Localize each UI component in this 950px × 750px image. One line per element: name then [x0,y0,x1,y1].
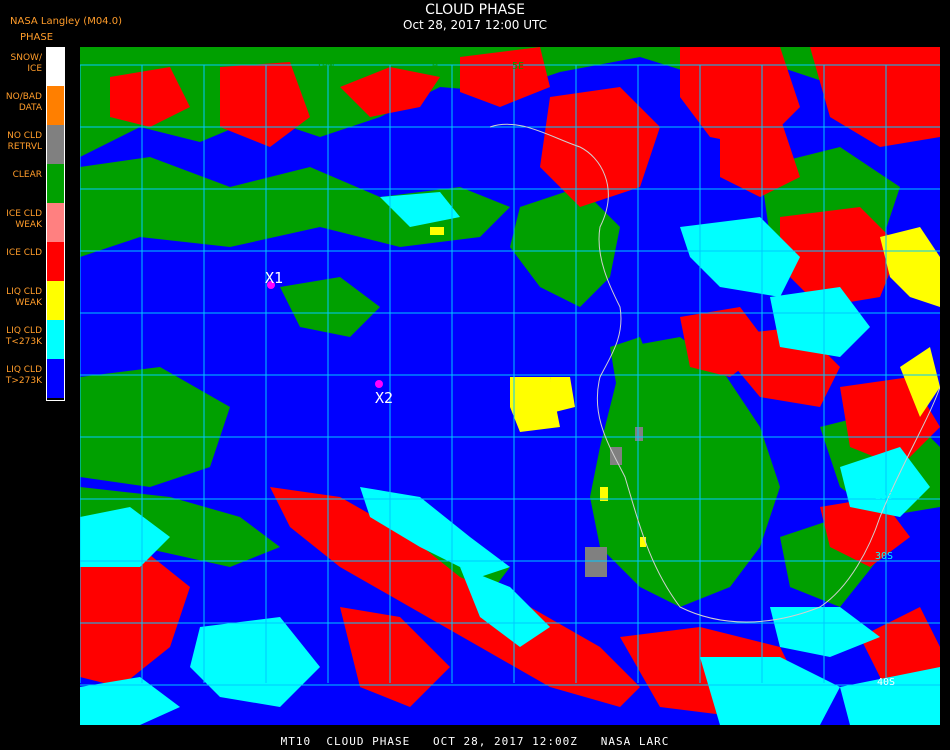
legend-label: SNOW/ ICE [10,53,42,74]
lon-label: 0 [432,61,438,72]
lon-label: 5E [512,61,524,72]
phase-legend: SNOW/ ICE NO/BAD DATA NO CLD RETRVL CLEA… [0,47,66,398]
legend-label: ICE CLD [6,248,42,258]
legend-label: CLEAR [12,170,42,180]
map-title: CLOUD PHASE [425,2,525,18]
lat-label: 40S [877,677,895,688]
legend-swatch [46,47,65,86]
legend-swatch [46,203,65,242]
legend-swatch [46,281,65,320]
legend-swatch [46,164,65,203]
legend-swatch [46,242,65,281]
legend-item: NO CLD RETRVL [0,125,66,164]
legend-item: SNOW/ ICE [0,47,66,86]
legend-item: LIQ CLD T<273K [0,320,66,359]
legend-swatch [46,320,65,359]
lon-label: 10W [316,61,335,72]
lat-label: 25S [875,491,893,502]
legend-item: LIQ CLD T>273K [0,359,66,398]
legend-label: LIQ CLD T<273K [5,326,42,347]
marker-x1: X1 [265,269,283,289]
legend-label: NO/BAD DATA [5,92,42,113]
legend-label: NO CLD RETRVL [7,131,42,152]
legend-item: LIQ CLD WEAK [0,281,66,320]
legend-swatch [46,86,65,125]
legend-label: LIQ CLD WEAK [6,287,42,308]
cloud-phase-map: 10W 0 5E 25S 30S 40S X1 X2 [80,47,940,725]
marker-label: X1 [265,269,283,287]
legend-item: NO/BAD DATA [0,86,66,125]
legend-label: LIQ CLD T>273K [5,365,42,386]
marker-dot [375,380,383,388]
legend-label: ICE CLD WEAK [6,209,42,230]
marker-label: X2 [375,389,393,407]
legend-item: ICE CLD [0,242,66,281]
legend-swatch [46,359,65,398]
legend-swatch [46,125,65,164]
footer-caption: MT10 CLOUD PHASE OCT 28, 2017 12:00Z NAS… [280,735,670,748]
lat-label: 30S [875,551,893,562]
map-subtitle: Oct 28, 2017 12:00 UTC [403,18,547,32]
legend-item: ICE CLD WEAK [0,203,66,242]
legend-title: PHASE [20,32,54,43]
legend-item: CLEAR [0,164,66,203]
